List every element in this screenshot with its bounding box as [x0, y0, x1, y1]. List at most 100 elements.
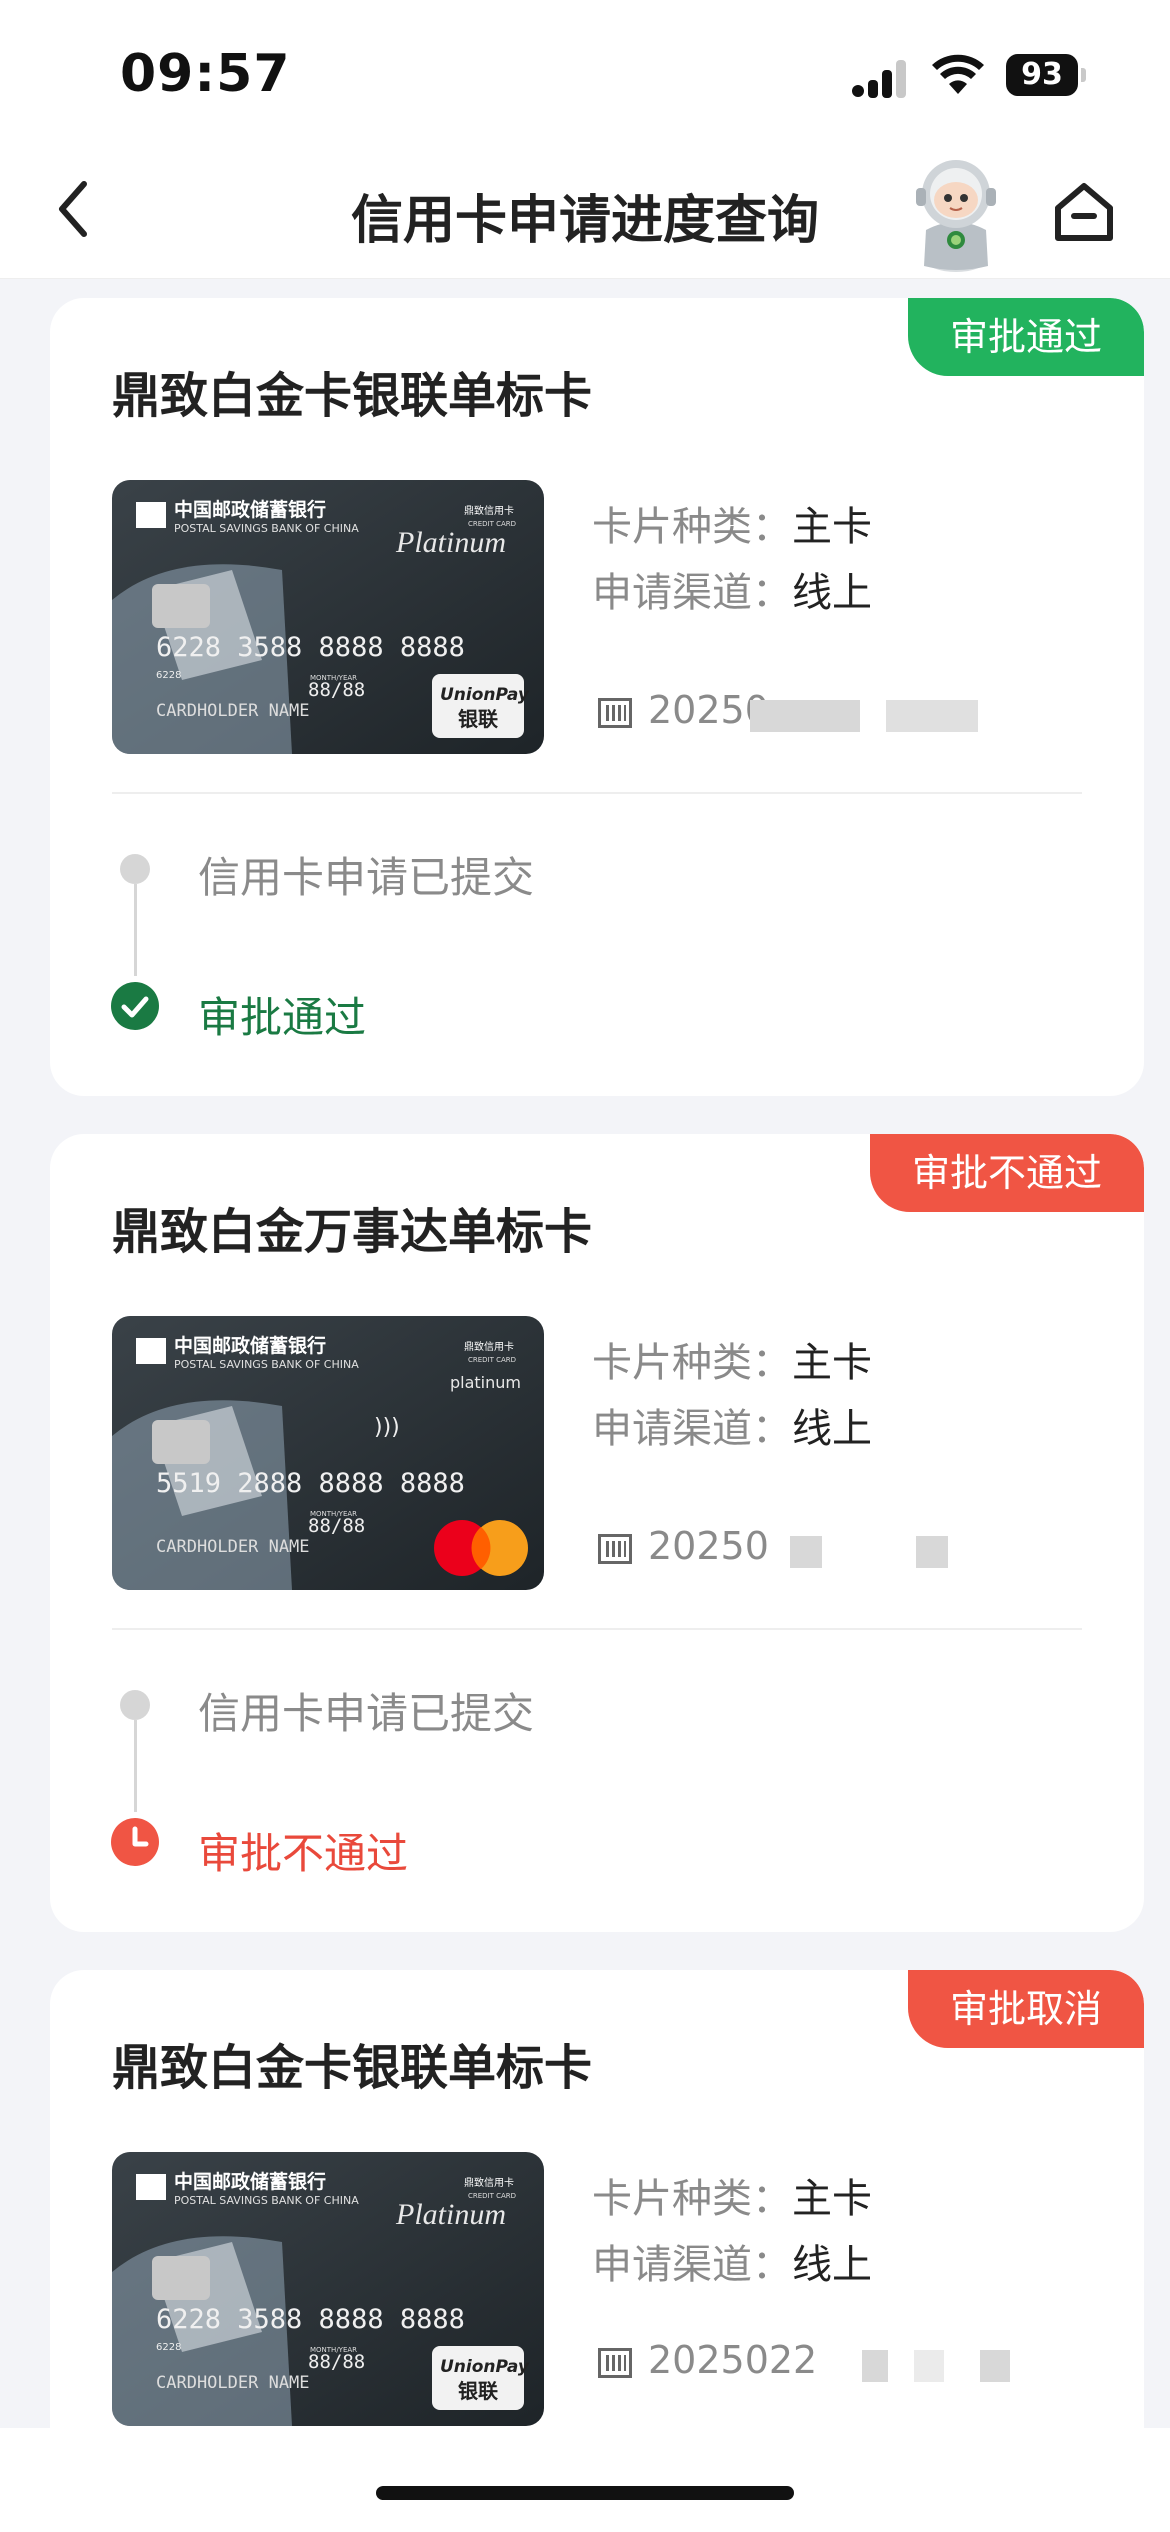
divider: [112, 792, 1082, 794]
card-tier: Platinum: [395, 2198, 506, 2231]
cardholder-name: CARDHOLDER NAME: [156, 2373, 310, 2393]
credit-card-image: 中国邮政储蓄银行 POSTAL SAVINGS BANK OF CHINA 鼎致…: [112, 1316, 544, 1590]
redacted-blur: [790, 1536, 822, 1568]
card-product-title: 鼎致白金卡银联单标卡: [112, 368, 593, 424]
product-cn: 鼎致信用卡: [464, 1340, 514, 1353]
expiry-value: 88/88: [308, 2351, 365, 2373]
mascot-assistant-icon[interactable]: [900, 156, 1012, 274]
channel-label: 申请渠道：: [592, 570, 792, 616]
bank-name-en: POSTAL SAVINGS BANK OF CHINA: [174, 522, 359, 535]
bank-name-cn: 中国邮政储蓄银行: [174, 2170, 326, 2193]
cardholder-name: CARDHOLDER NAME: [156, 1537, 310, 1557]
credit-card-image: 中国邮政储蓄银行 POSTAL SAVINGS BANK OF CHINA 鼎致…: [112, 2152, 544, 2426]
check-circle-icon: [111, 982, 159, 1030]
redacted-blur: [916, 1536, 948, 1568]
cardholder-name: CARDHOLDER NAME: [156, 701, 310, 721]
card-number: 6228 3588 8888 8888: [156, 2304, 465, 2335]
application-number-text: 2025022: [648, 2338, 818, 2382]
channel-value: 线上: [792, 2242, 872, 2288]
timeline-step-result: 审批不通过: [198, 1829, 409, 1878]
expiry-value: 88/88: [308, 679, 365, 701]
mastercard-logo-icon: [434, 1520, 528, 1576]
timeline-step-result: 审批通过: [198, 993, 367, 1042]
svg-text:银联: 银联: [458, 707, 498, 731]
barcode-icon: [598, 2347, 632, 2378]
barcode-icon: [598, 697, 632, 728]
bank-name-en: POSTAL SAVINGS BANK OF CHINA: [174, 1358, 359, 1371]
card-type-label: 卡片种类：: [592, 1340, 792, 1386]
home-indicator[interactable]: [376, 2486, 794, 2500]
channel-row: 申请渠道：线上: [592, 1396, 872, 1454]
status-badge: 审批不通过: [869, 1134, 1144, 1212]
timeline-line: [134, 1720, 137, 1812]
card-product-title: 鼎致白金万事达单标卡: [112, 1204, 593, 1260]
card-type-row: 卡片种类：主卡: [592, 1330, 872, 1388]
application-number: 20250: [598, 688, 769, 732]
channel-value: 线上: [792, 1406, 872, 1452]
nav-bar: 信用卡申请进度查询: [0, 150, 1170, 279]
timeline-step-submitted: 信用卡申请已提交: [198, 853, 535, 902]
svg-text:UnionPay: UnionPay: [440, 685, 530, 705]
bank-name-cn: 中国邮政储蓄银行: [174, 1334, 326, 1357]
barcode-icon: [598, 1533, 632, 1564]
bank-name-cn: 中国邮政储蓄银行: [174, 498, 326, 521]
svg-text:UnionPay: UnionPay: [440, 2357, 530, 2377]
credit-card-image: 中国邮政储蓄银行 POSTAL SAVINGS BANK OF CHINA 鼎致…: [112, 480, 544, 754]
card-type-value: 主卡: [792, 2176, 872, 2222]
timeline-step-submitted: 信用卡申请已提交: [198, 1689, 535, 1738]
redacted-blur: [862, 2350, 888, 2382]
application-number: 20250: [598, 1524, 769, 1568]
card-type-label: 卡片种类：: [592, 2176, 792, 2222]
card-tier: Platinum: [395, 526, 506, 559]
status-bar: 09:57 93: [0, 0, 1170, 150]
application-card[interactable]: 审批不通过 鼎致白金万事达单标卡 中国邮政储蓄银行 POSTAL SAVINGS…: [50, 1134, 1144, 1932]
card-type-row: 卡片种类：主卡: [592, 494, 872, 552]
timeline-line: [134, 884, 137, 976]
battery-icon: 93: [1006, 54, 1086, 98]
application-number-text: 20250: [648, 1524, 769, 1568]
application-card[interactable]: 审批取消 鼎致白金卡银联单标卡 中国邮政储蓄银行 POSTAL SAVINGS …: [50, 1970, 1144, 2490]
channel-label: 申请渠道：: [592, 2242, 792, 2288]
channel-row: 申请渠道：线上: [592, 560, 872, 618]
product-en: CREDIT CARD: [468, 1356, 516, 1364]
channel-row: 申请渠道：线上: [592, 2232, 872, 2290]
channel-label: 申请渠道：: [592, 1406, 792, 1452]
card-tier: platinum: [450, 1373, 521, 1392]
card-product-title: 鼎致白金卡银联单标卡: [112, 2040, 593, 2096]
divider: [112, 1628, 1082, 1630]
redacted-blur: [750, 700, 860, 732]
redacted-blur: [886, 700, 978, 732]
card-number: 5519 2888 8888 8888: [156, 1468, 465, 1499]
application-card[interactable]: 审批通过 鼎致白金卡银联单标卡 中国邮政储蓄银行 POSTAL SAVINGS …: [50, 298, 1144, 1096]
unionpay-logo-icon: UnionPay 银联: [432, 2346, 530, 2410]
clock-icon: [111, 1818, 159, 1866]
status-time: 09:57: [120, 44, 291, 104]
card-number: 6228 3588 8888 8888: [156, 632, 465, 663]
card-type-row: 卡片种类：主卡: [592, 2166, 872, 2224]
wifi-icon: [932, 54, 984, 94]
product-cn: 鼎致信用卡: [464, 504, 514, 517]
card-type-label: 卡片种类：: [592, 504, 792, 550]
timeline-dot: [120, 1690, 150, 1720]
product-cn: 鼎致信用卡: [464, 2176, 514, 2189]
redacted-blur: [914, 2350, 944, 2382]
home-icon[interactable]: [1050, 178, 1118, 246]
card-bin: 6228: [156, 2342, 181, 2353]
cellular-signal-icon: [852, 60, 906, 98]
home-indicator-bar: [0, 2428, 1170, 2532]
status-badge: 审批取消: [907, 1970, 1144, 2048]
card-bin: 6228: [156, 670, 181, 681]
contactless-icon: ))): [374, 1415, 400, 1440]
card-type-value: 主卡: [792, 504, 872, 550]
battery-level: 93: [1006, 54, 1078, 96]
bank-name-en: POSTAL SAVINGS BANK OF CHINA: [174, 2194, 359, 2207]
expiry-value: 88/88: [308, 1515, 365, 1537]
status-badge: 审批通过: [907, 298, 1144, 376]
unionpay-logo-icon: UnionPay 银联: [432, 674, 530, 738]
redacted-blur: [980, 2350, 1010, 2382]
svg-text:银联: 银联: [458, 2379, 498, 2403]
application-number: 2025022: [598, 2338, 817, 2382]
card-type-value: 主卡: [792, 1340, 872, 1386]
channel-value: 线上: [792, 570, 872, 616]
timeline-dot: [120, 854, 150, 884]
